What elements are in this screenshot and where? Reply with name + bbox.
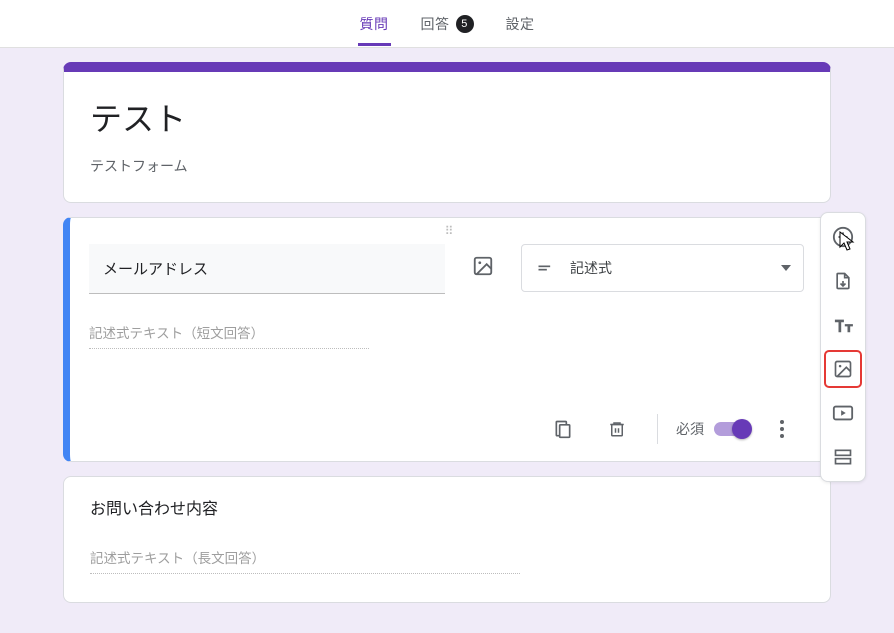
question-card[interactable]: お問い合わせ内容 記述式テキスト（長文回答） — [63, 476, 831, 603]
question-footer: 必須 — [89, 397, 804, 451]
video-icon — [832, 404, 854, 422]
chevron-down-icon — [781, 265, 791, 271]
more-options-button[interactable] — [760, 407, 804, 451]
answer-hint: 記述式テキスト（短文回答） — [89, 322, 369, 349]
tab-questions[interactable]: 質問 — [358, 2, 391, 46]
form-description[interactable]: テストフォーム — [90, 156, 804, 176]
question-type-label: 記述式 — [570, 258, 612, 278]
question-type-select[interactable]: 記述式 — [521, 244, 804, 292]
delete-button[interactable] — [595, 407, 639, 451]
duplicate-button[interactable] — [541, 407, 585, 451]
tab-responses-label: 回答 — [421, 14, 450, 34]
add-image-button[interactable] — [461, 244, 505, 288]
tab-settings[interactable]: 設定 — [504, 2, 537, 46]
add-title-button[interactable] — [825, 307, 861, 343]
toggle-thumb — [732, 419, 752, 439]
question-title-input[interactable] — [89, 244, 445, 294]
form-header-card[interactable]: テスト テストフォーム — [63, 62, 831, 203]
top-tabs: 質問 回答 5 設定 — [0, 0, 894, 48]
required-toggle[interactable] — [714, 422, 750, 436]
responses-count-badge: 5 — [456, 15, 474, 33]
side-toolbar — [820, 212, 866, 482]
form-canvas: テスト テストフォーム ⠿ 記述式 記述式テキスト（短文回答） — [0, 48, 894, 617]
copy-icon — [553, 418, 573, 440]
answer-hint: 記述式テキスト（長文回答） — [90, 547, 520, 574]
section-icon — [833, 447, 853, 467]
image-icon — [833, 359, 853, 379]
text-title-icon — [832, 316, 854, 334]
form-title[interactable]: テスト — [90, 94, 804, 140]
add-circle-icon — [832, 226, 854, 248]
image-icon — [472, 255, 494, 277]
import-icon — [833, 270, 853, 292]
footer-divider — [657, 414, 658, 444]
import-questions-button[interactable] — [825, 263, 861, 299]
question-title[interactable]: お問い合わせ内容 — [90, 495, 804, 519]
short-text-icon — [536, 258, 556, 278]
drag-handle-icon[interactable]: ⠿ — [445, 224, 456, 238]
add-video-button[interactable] — [825, 395, 861, 431]
more-vert-icon — [779, 419, 785, 439]
required-label: 必須 — [676, 419, 704, 439]
add-section-button[interactable] — [825, 439, 861, 475]
add-image-toolbar-button[interactable] — [825, 351, 861, 387]
tab-responses[interactable]: 回答 5 — [419, 2, 476, 46]
question-card-active[interactable]: ⠿ 記述式 記述式テキスト（短文回答） — [63, 217, 831, 462]
delete-icon — [608, 418, 626, 440]
add-question-button[interactable] — [825, 219, 861, 255]
